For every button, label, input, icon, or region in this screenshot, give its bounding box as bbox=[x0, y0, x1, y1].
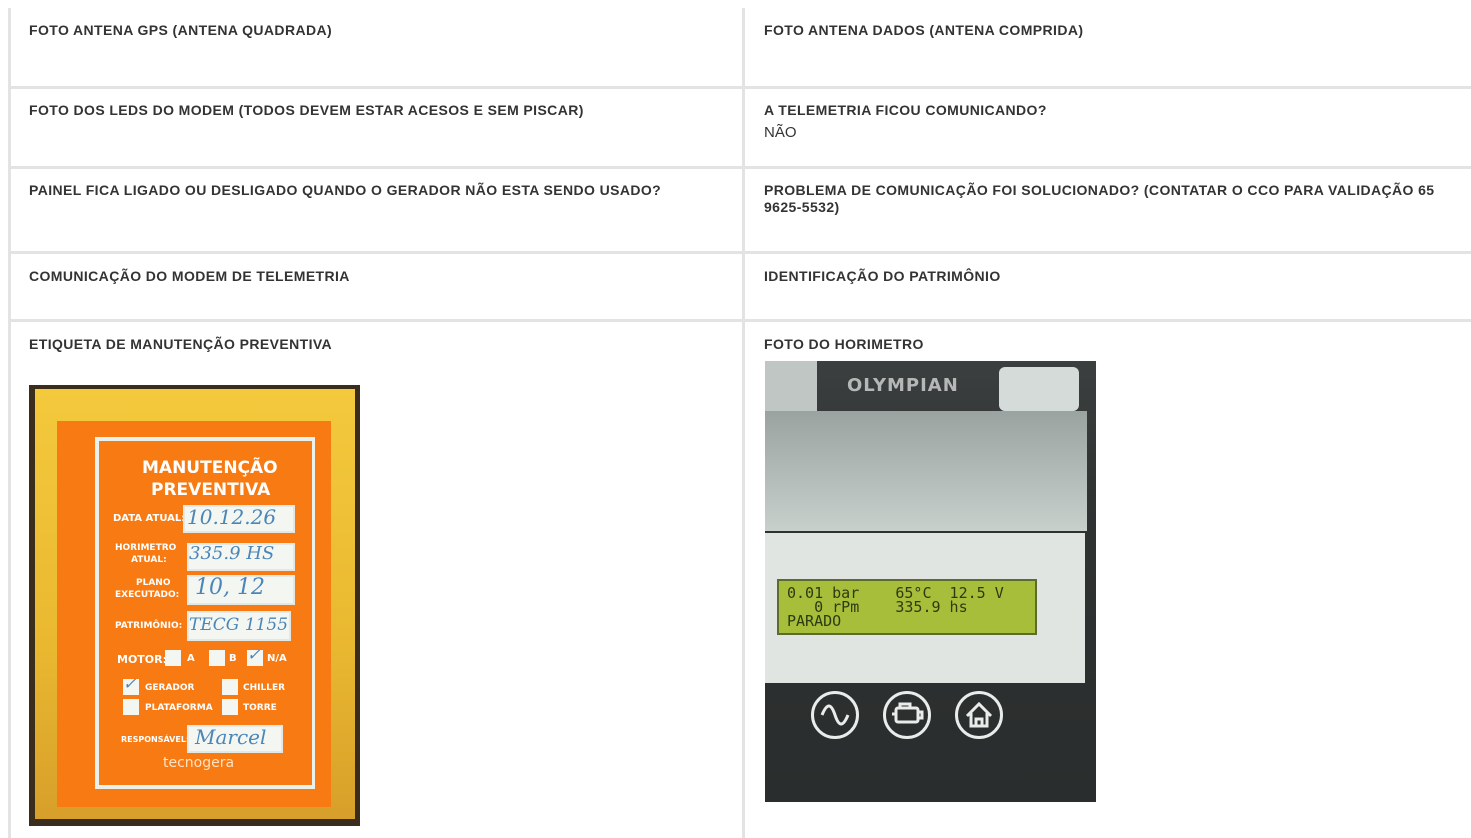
panel-corner-right bbox=[999, 367, 1079, 411]
data-atual-value: 10.12.26 bbox=[187, 505, 277, 529]
row-divider bbox=[8, 86, 1471, 89]
field-asset-identification: IDENTIFICAÇÃO DO PATRIMÔNIO bbox=[764, 268, 1454, 285]
sticker-title-2: PREVENTIVA bbox=[151, 480, 271, 500]
lcd-line-3: PARADO bbox=[787, 612, 842, 630]
lcd-display: 0.01 bar 65°C 12.5 V 0 rPm 335.9 hs PARA… bbox=[777, 579, 1037, 635]
row-divider bbox=[8, 166, 1471, 169]
plano-label-2: EXECUTADO: bbox=[115, 590, 180, 600]
olympian-logo: OLYMPIAN bbox=[847, 375, 959, 396]
horimetro-label-2: ATUAL: bbox=[131, 555, 167, 565]
engine-icon bbox=[883, 691, 931, 739]
motor-a-checkbox bbox=[165, 650, 181, 666]
sticker-title-1: MANUTENÇÃO bbox=[142, 458, 278, 478]
field-gps-antenna-photo: FOTO ANTENA GPS (ANTENA QUADRADA) bbox=[29, 22, 729, 39]
field-label: IDENTIFICAÇÃO DO PATRIMÔNIO bbox=[764, 268, 1001, 284]
field-label: A TELEMETRIA FICOU COMUNICANDO? bbox=[764, 102, 1047, 118]
plataforma-checkbox bbox=[123, 699, 139, 715]
field-answer: NÃO bbox=[764, 124, 797, 141]
plano-value: 10, 12 bbox=[195, 575, 265, 600]
left-border bbox=[8, 8, 11, 838]
field-label: FOTO ANTENA DADOS (ANTENA COMPRIDA) bbox=[764, 22, 1084, 38]
torre-label: TORRE bbox=[243, 703, 277, 713]
field-label: FOTO DO HORIMETRO bbox=[764, 336, 924, 352]
inspection-form: FOTO ANTENA GPS (ANTENA QUADRADA) FOTO A… bbox=[0, 0, 1471, 838]
motor-b-checkbox bbox=[209, 650, 225, 666]
motor-a-label: A bbox=[187, 653, 195, 664]
display-bezel: 0.01 bar 65°C 12.5 V 0 rPm 335.9 hs PARA… bbox=[765, 533, 1085, 683]
row-divider bbox=[8, 251, 1471, 254]
gerador-label: GERADOR bbox=[145, 683, 195, 693]
field-data-antenna-photo: FOTO ANTENA DADOS (ANTENA COMPRIDA) bbox=[764, 22, 1454, 39]
field-hourmeter-photo: FOTO DO HORIMETRO bbox=[764, 336, 1454, 353]
patrimonio-value: TECG 1155 bbox=[189, 615, 289, 635]
field-communication-solved: PROBLEMA DE COMUNICAÇÃO FOI SOLUCIONADO?… bbox=[764, 182, 1444, 216]
field-label: ETIQUETA DE MANUTENÇÃO PREVENTIVA bbox=[29, 336, 333, 352]
row-divider bbox=[8, 319, 1471, 322]
responsavel-label: RESPONSÁVEL: bbox=[121, 735, 190, 744]
plataforma-label: PLATAFORMA bbox=[145, 703, 213, 713]
panel-reflection bbox=[765, 411, 1087, 531]
field-modem-communication: COMUNICAÇÃO DO MODEM DE TELEMETRIA bbox=[29, 268, 729, 285]
torre-checkbox bbox=[222, 699, 238, 715]
brand-logo: tecnogera bbox=[163, 755, 235, 771]
data-atual-label: DATA ATUAL: bbox=[113, 513, 186, 524]
home-icon bbox=[955, 691, 1003, 739]
gerador-check-mark: ✓ bbox=[123, 674, 137, 693]
field-modem-leds-photo: FOTO DOS LEDS DO MODEM (TODOS DEVEM ESTA… bbox=[29, 102, 729, 119]
horimetro-value: 335.9 HS bbox=[189, 543, 275, 564]
field-label: FOTO ANTENA GPS (ANTENA QUADRADA) bbox=[29, 22, 333, 38]
field-label: FOTO DOS LEDS DO MODEM (TODOS DEVEM ESTA… bbox=[29, 102, 584, 118]
field-label: PAINEL FICA LIGADO OU DESLIGADO QUANDO O… bbox=[29, 182, 662, 198]
field-panel-on-off: PAINEL FICA LIGADO OU DESLIGADO QUANDO O… bbox=[29, 182, 719, 199]
sine-wave-icon bbox=[811, 691, 859, 739]
field-label: COMUNICAÇÃO DO MODEM DE TELEMETRIA bbox=[29, 268, 350, 284]
chiller-label: CHILLER bbox=[243, 683, 286, 693]
patrimonio-label: PATRIMÔNIO: bbox=[115, 621, 183, 631]
motor-na-check-mark: ✓ bbox=[247, 645, 261, 664]
hourmeter-photo[interactable]: OLYMPIAN 0.01 bar 65°C 12.5 V 0 rPm 335.… bbox=[765, 361, 1096, 802]
chiller-checkbox bbox=[222, 679, 238, 695]
panel-corner-left bbox=[765, 361, 817, 411]
field-label: PROBLEMA DE COMUNICAÇÃO FOI SOLUCIONADO?… bbox=[764, 182, 1435, 215]
field-maintenance-label: ETIQUETA DE MANUTENÇÃO PREVENTIVA bbox=[29, 336, 729, 353]
column-divider bbox=[742, 8, 745, 838]
plano-label-1: PLANO bbox=[136, 578, 171, 588]
motor-label: MOTOR: bbox=[117, 653, 168, 666]
responsavel-value: Marcel bbox=[195, 725, 267, 749]
motor-b-label: B bbox=[229, 653, 237, 664]
photo-timestamp bbox=[765, 795, 1096, 800]
field-telemetry-communicating: A TELEMETRIA FICOU COMUNICANDO? NÃO bbox=[764, 102, 1454, 141]
maintenance-sticker-photo[interactable]: MANUTENÇÃO PREVENTIVA DATA ATUAL: 10.12.… bbox=[29, 385, 360, 826]
photo-timestamp bbox=[29, 819, 360, 824]
motor-na-label: N/A bbox=[267, 653, 287, 664]
horimetro-label-1: HORIMETRO bbox=[115, 543, 177, 553]
